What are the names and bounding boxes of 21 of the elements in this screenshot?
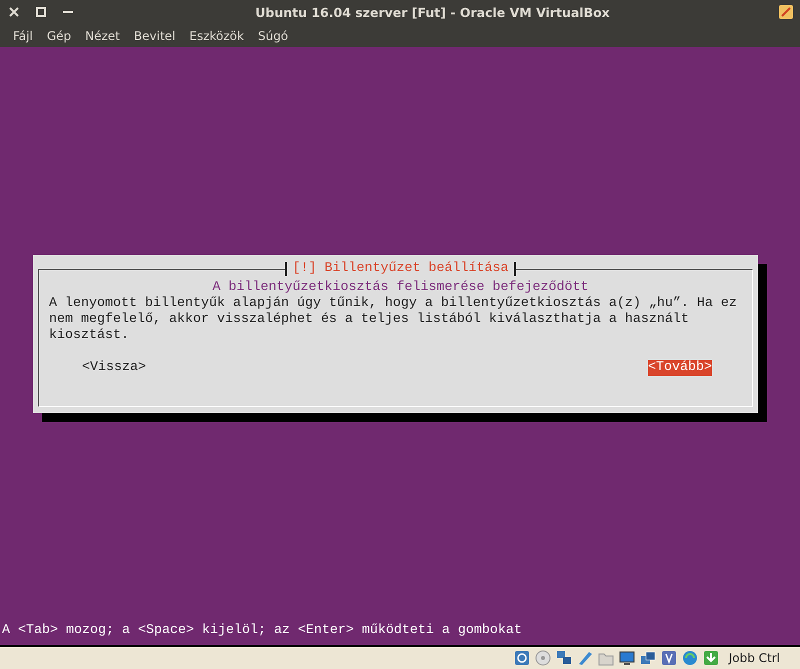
network-icon[interactable] <box>554 649 573 667</box>
maximize-icon[interactable] <box>33 4 49 20</box>
dialog-title: [!] Billentyűzet beállítása <box>284 262 516 276</box>
menu-item[interactable]: Bevitel <box>126 28 182 42</box>
download-icon[interactable] <box>702 649 720 667</box>
help-line: A <Tab> mozog; a <Space> kijelöl; az <Enter> működteti a gombokat <box>1 623 523 639</box>
menu-item[interactable]: Gép <box>40 28 78 42</box>
dialog-button[interactable]: <Vissza> <box>82 360 146 376</box>
dialog-button[interactable]: <Tovább> <box>648 360 712 376</box>
menu-item[interactable]: Fájl <box>6 28 40 42</box>
app-icon <box>778 4 794 20</box>
monitor-icon[interactable] <box>618 649 636 667</box>
host-key-label: Jobb Ctrl <box>728 651 780 665</box>
dialog-message: A lenyomott billentyűk alapján úgy tűnik, hogy a billentyűzetkiosztás a(z) „hu”. Ha ez nem megfelelő, akkor visszaléphet és a teljes listából kiválaszthatja a használt kiosztást. <box>49 296 738 344</box>
menu-item[interactable]: Súgó <box>250 28 296 42</box>
menu-item[interactable]: Nézet <box>78 28 127 42</box>
windows-icon[interactable] <box>638 649 657 667</box>
v-icon[interactable] <box>660 649 678 667</box>
dialog-heading: A billentyűzetkiosztás felismerése befejeződött <box>212 280 590 296</box>
window-title: Ubuntu 16.04 szerver [Fut] - Oracle VM VirtualBox <box>254 4 611 20</box>
menu-item[interactable]: Eszközök <box>182 28 251 42</box>
